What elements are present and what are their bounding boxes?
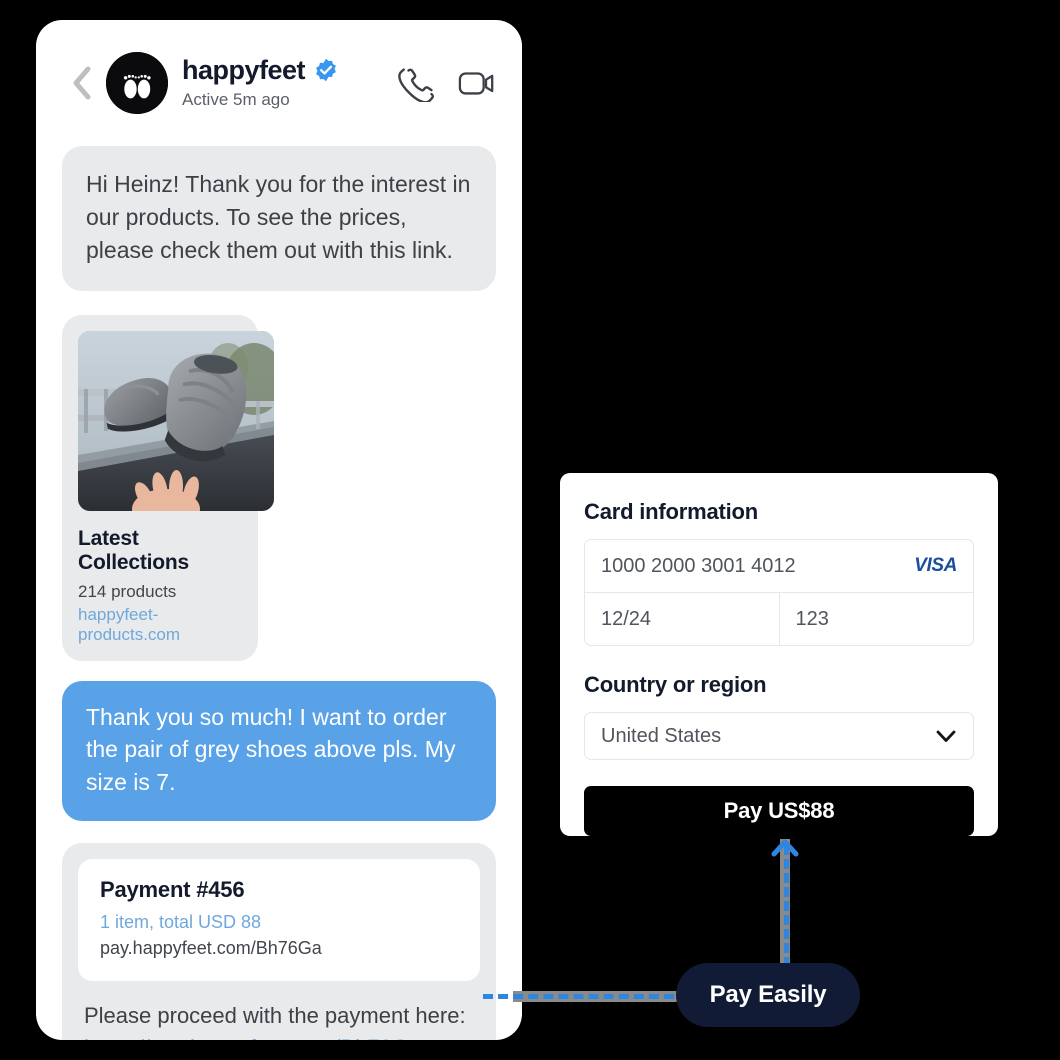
phone-call-icon[interactable] bbox=[398, 64, 436, 102]
country-region-label: Country or region bbox=[584, 672, 767, 697]
message-text: Hi Heinz! Thank you for the interest in … bbox=[86, 171, 477, 263]
verified-badge-icon bbox=[316, 58, 336, 81]
payment-note-text: Please proceed with the payment here: bbox=[84, 1002, 466, 1028]
back-button[interactable] bbox=[72, 66, 92, 100]
card-number-row: 1000 2000 3001 4012 VISA bbox=[585, 540, 973, 592]
chat-phone-panel: happyfeet Active 5m ago Hi Heinz! Thank bbox=[36, 20, 522, 1040]
chevron-down-icon bbox=[936, 730, 956, 742]
contact-status: Active 5m ago bbox=[182, 89, 290, 109]
chevron-left-icon bbox=[73, 66, 91, 100]
link-card-subtitle: 214 products bbox=[78, 581, 177, 601]
footprints-logo bbox=[106, 52, 168, 114]
message-bubble-incoming: Hi Heinz! Thank you for the interest in … bbox=[62, 146, 496, 291]
card-cvc-value: 123 bbox=[795, 607, 829, 630]
payment-note-link[interactable]: https://pay.happyfeet.com/Bh76Ga bbox=[78, 1035, 480, 1040]
chat-header-texts: happyfeet Active 5m ago bbox=[182, 55, 390, 111]
card-expiry-cvc-row: 12/24 123 bbox=[585, 592, 973, 645]
payment-title: Payment #456 bbox=[100, 876, 245, 902]
card-expiry-input[interactable]: 12/24 bbox=[585, 593, 779, 645]
link-card-url[interactable]: happyfeet-products.com bbox=[78, 605, 242, 645]
card-information-label: Card information bbox=[584, 499, 759, 524]
country-select[interactable]: United States bbox=[584, 712, 974, 760]
payment-url: pay.happyfeet.com/Bh76Ga bbox=[100, 937, 322, 958]
grey-mesh-sneakers-photo bbox=[78, 330, 274, 511]
chat-header: happyfeet Active 5m ago bbox=[36, 20, 522, 146]
country-select-value: United States bbox=[601, 724, 722, 747]
avatar[interactable] bbox=[106, 52, 168, 114]
card-expiry-value: 12/24 bbox=[601, 607, 652, 630]
pay-easily-badge: Pay Easily bbox=[676, 963, 860, 1027]
horizontal-connector-line bbox=[483, 994, 689, 999]
vertical-connector-line bbox=[784, 845, 789, 967]
card-cvc-input[interactable]: 123 bbox=[778, 593, 974, 645]
payment-message-bubble: Payment #456 1 item, total USD 88 pay.ha… bbox=[62, 842, 496, 1040]
checkout-panel: Card information 1000 2000 3001 4012 VIS… bbox=[560, 473, 998, 836]
link-card-title: Latest Collections bbox=[78, 526, 189, 574]
visa-logo-icon: VISA bbox=[914, 555, 957, 576]
chat-title-row: happyfeet bbox=[182, 55, 390, 84]
card-number-input[interactable]: 1000 2000 3001 4012 VISA bbox=[585, 540, 973, 592]
video-camera-icon[interactable] bbox=[458, 64, 496, 102]
contact-name[interactable]: happyfeet bbox=[182, 55, 306, 84]
arrow-up-icon bbox=[771, 839, 799, 857]
message-text: Thank you so much! I want to order the p… bbox=[86, 703, 456, 795]
payment-subtitle: 1 item, total USD 88 bbox=[100, 911, 262, 932]
outgoing-message-row: Thank you so much! I want to order the p… bbox=[62, 680, 496, 821]
card-information-fields: 1000 2000 3001 4012 VISA 12/24 123 bbox=[584, 539, 974, 646]
payment-request-card[interactable]: Payment #456 1 item, total USD 88 pay.ha… bbox=[78, 858, 480, 981]
message-bubble-outgoing: Thank you so much! I want to order the p… bbox=[62, 680, 496, 821]
sneakers-image bbox=[78, 330, 274, 511]
pay-button[interactable]: Pay US$88 bbox=[584, 786, 974, 836]
chat-header-actions bbox=[398, 64, 496, 102]
message-list: Hi Heinz! Thank you for the interest in … bbox=[36, 146, 522, 1040]
card-number-value: 1000 2000 3001 4012 bbox=[601, 554, 796, 577]
link-preview-card[interactable]: Latest Collections 214 products happyfee… bbox=[62, 314, 274, 661]
